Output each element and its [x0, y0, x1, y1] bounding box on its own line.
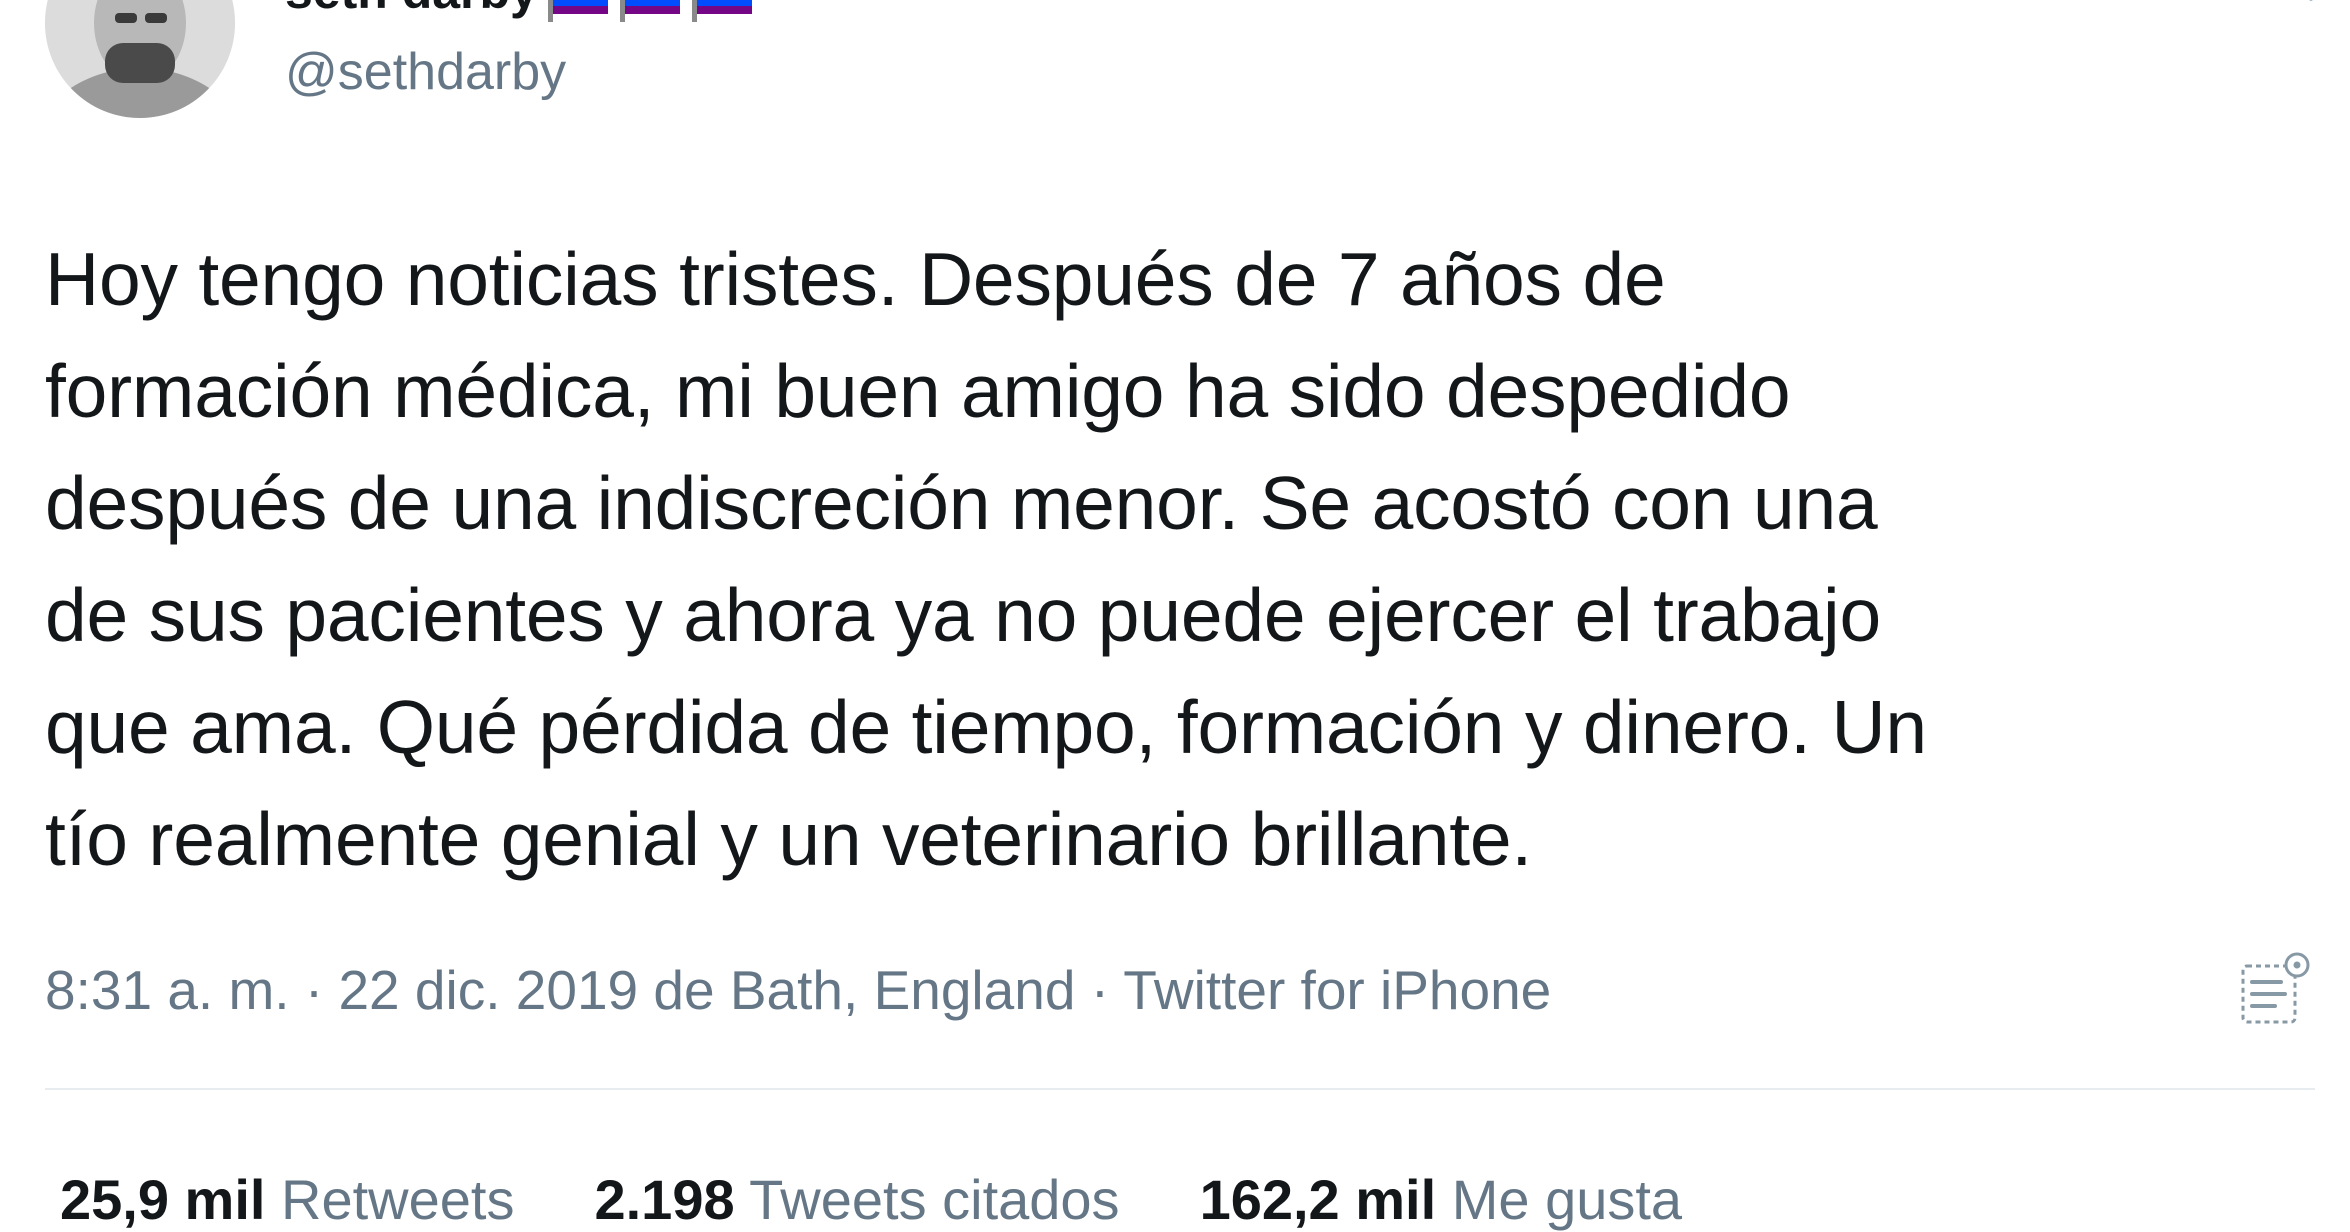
stat-count: 25,9 mil — [60, 1168, 266, 1231]
stat-label: Tweets citados — [749, 1168, 1120, 1231]
avatar[interactable] — [45, 0, 235, 118]
analytics-icon[interactable] — [2235, 948, 2315, 1028]
stat-retweets[interactable]: 25,9 mil Retweets — [60, 1168, 514, 1232]
stat-label: Me gusta — [1451, 1168, 1683, 1231]
stat-likes[interactable]: 162,2 mil Me gusta — [1200, 1168, 1683, 1232]
author-handle[interactable]: @sethdarby — [285, 42, 566, 102]
stat-count: 162,2 mil — [1199, 1168, 1437, 1231]
rainbow-flag-icon — [546, 0, 766, 22]
avatar-photo-icon — [45, 0, 235, 118]
display-name-text: seth darby — [285, 0, 538, 19]
tweet-meta[interactable]: 8:31 a. m. · 22 dic. 2019 de Bath, Engla… — [45, 958, 1551, 1022]
stat-count: 2.198 — [594, 1168, 735, 1231]
divider — [45, 1088, 2315, 1090]
stat-quote-tweets[interactable]: 2.198 Tweets citados — [594, 1168, 1119, 1232]
tweet-stats: 25,9 mil Retweets 2.198 Tweets citados 162… — [60, 1168, 1762, 1232]
chevron-down-icon[interactable] — [2294, 0, 2328, 4]
author-display-name[interactable]: seth darby — [285, 0, 766, 22]
tweet-text: Hoy tengo noticias tristes. Después de 7… — [45, 237, 1927, 881]
stat-label: Retweets — [281, 1168, 515, 1231]
